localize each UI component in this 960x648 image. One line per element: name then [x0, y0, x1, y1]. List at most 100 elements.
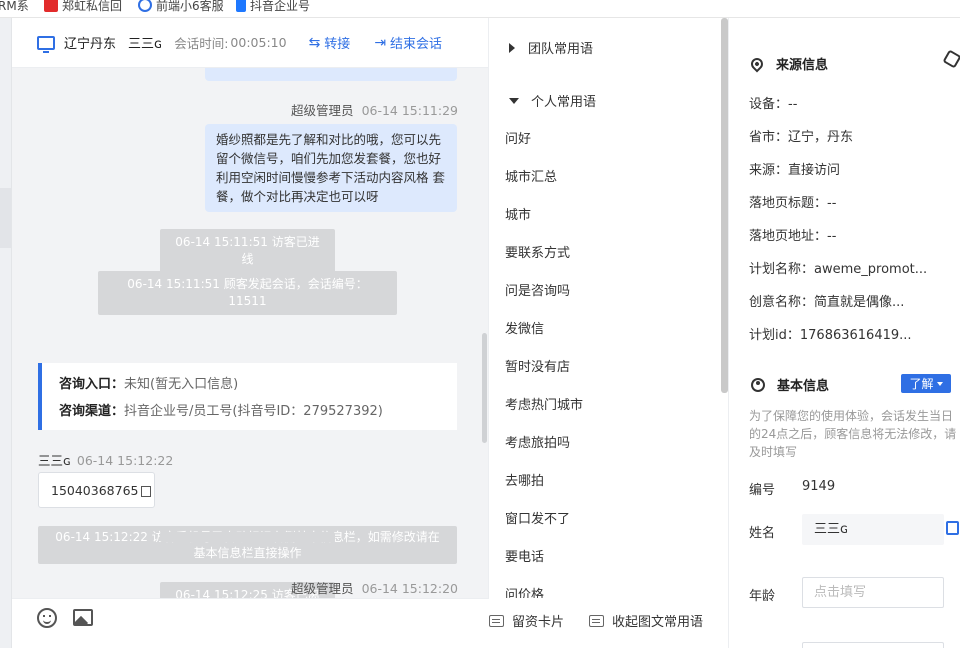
team-phrases-label: 团队常用语 [528, 42, 594, 57]
source-row-source: 来源：直接访问 [749, 159, 840, 178]
row-label: 落地页标题： [749, 196, 828, 211]
visitor-phone-message: 15040368765 [38, 472, 155, 508]
chat-toolbar [12, 598, 489, 648]
caret-right-icon [509, 42, 515, 53]
message-time: 06-14 15:12:20 [361, 581, 458, 596]
visitor-name: 三三ɢ [128, 37, 163, 52]
monitor-icon [37, 35, 55, 53]
bookmark-zhenghong[interactable]: 郑虹私信回 [44, 0, 122, 14]
consult-entry-value: 未知(暂无入口信息) [124, 377, 239, 392]
row-label: 来源： [749, 163, 789, 178]
message-time: 06-14 15:11:29 [361, 103, 458, 118]
consult-channel-value: 抖音企业号/员工号(抖音号ID：279527392) [124, 404, 383, 419]
system-message-hidden [160, 532, 335, 542]
edit-notice: 为了保障您的使用体验，会话发生当日的24点之后，顾客信息将无法修改，请及时填写 [749, 409, 957, 459]
leave-card-button[interactable]: 留资卡片 [489, 611, 564, 630]
name-field[interactable]: 三三ɢ [802, 514, 944, 545]
bookmark-label: RM系 [0, 0, 29, 13]
phrase-item[interactable]: 窗口发不了 [505, 508, 570, 527]
chat-panel: 辽宁丹东 三三ɢ 会话时间: 00:05:10 ⇆ 转接 ⇥ 结束会话 超级管理… [11, 18, 489, 648]
previous-message-bubble [205, 68, 457, 81]
phrase-item[interactable]: 问价格 [505, 584, 544, 598]
phrase-item[interactable]: 问是咨询吗 [505, 280, 570, 299]
phrase-item[interactable]: 城市 [505, 204, 531, 223]
agent-message-bubble: 婚纱照都是先了解和对比的哦，您可以先留个微信号，咱们先加您发套餐，您也好利用空闲… [205, 124, 457, 212]
phrases-panel: 团队常用语 个人常用语 问好 城市汇总 城市 要联系方式 问是咨询吗 发微信 暂… [488, 18, 728, 598]
phrase-item[interactable]: 去哪拍 [505, 470, 544, 489]
phrase-item[interactable]: 发微信 [505, 318, 544, 337]
chat-messages: 超级管理员 06-14 15:11:29 婚纱照都是先了解和对比的哦，您可以先留个… [12, 68, 489, 598]
consult-channel-label: 咨询渠道： [59, 404, 125, 419]
bookmark-kefu[interactable]: 前端小6客服 [138, 0, 224, 14]
learn-more-label: 了解 [909, 377, 934, 391]
caret-down-icon [936, 381, 943, 386]
age-label: 年龄 [749, 589, 776, 604]
transfer-button[interactable]: ⇆ 转接 [309, 33, 351, 53]
source-row-device: 设备：-- [749, 93, 797, 112]
agent-name: 超级管理员 [291, 581, 354, 596]
collapse-label: 收起图文常用语 [612, 615, 704, 630]
id-label: 编号 [749, 483, 776, 498]
phrase-item[interactable]: 要电话 [505, 546, 544, 565]
bookmark-rm[interactable]: RM系 [0, 0, 29, 14]
chat-scrollbar[interactable] [482, 333, 487, 443]
basic-info-header: 基本信息 [751, 375, 829, 394]
left-sidebar-strip [0, 18, 11, 648]
source-row-province: 省市：辽宁，丹东 [749, 126, 853, 145]
row-value: 直接访问 [788, 163, 841, 178]
system-message: 06-14 15:11:51 顾客发起会话，会话编号：11511 [98, 271, 397, 315]
source-row-landing-url: 落地页地址：-- [749, 225, 836, 244]
bookmark-circle-icon [138, 0, 152, 12]
image-icon[interactable] [73, 609, 93, 626]
left-sidebar-tab[interactable] [0, 188, 11, 248]
row-value: 辽宁，丹东 [788, 130, 854, 145]
message-time: 06-14 15:12:22 [76, 453, 174, 468]
row-value: 176863616419... [799, 328, 912, 343]
visitor-msg-name: 三三ɢ [38, 453, 71, 468]
phrase-item[interactable]: 城市汇总 [505, 166, 557, 185]
age-input[interactable] [802, 577, 944, 608]
personal-phrases-label: 个人常用语 [531, 95, 597, 110]
id-value: 9149 [802, 479, 836, 494]
collapse-phrases-button[interactable]: 收起图文常用语 [589, 611, 703, 630]
bookmark-douyin[interactable]: 抖音企业号 [236, 0, 310, 14]
consult-info-card: 咨询入口：未知(暂无入口信息) 咨询渠道：抖音企业号/员工号(抖音号ID：279… [38, 363, 457, 430]
agent-meta: 超级管理员 06-14 15:11:29 [291, 100, 458, 119]
phrase-item[interactable]: 暂时没有店 [505, 356, 570, 375]
row-value: 简直就是偶像... [814, 295, 905, 310]
bookmark-douyin-icon [236, 0, 246, 12]
row-value: -- [788, 97, 798, 112]
team-phrases-group[interactable]: 团队常用语 [509, 38, 593, 57]
end-session-button[interactable]: ⇥ 结束会话 [374, 33, 442, 53]
row-label: 落地页地址： [749, 229, 828, 244]
next-field[interactable] [802, 642, 944, 648]
bookmark-red-icon [44, 0, 58, 12]
phrase-item[interactable]: 考虑热门城市 [505, 394, 583, 413]
source-info-title: 来源信息 [776, 58, 829, 73]
phrase-item[interactable]: 要联系方式 [505, 242, 570, 261]
bookmarks-bar: RM系 郑虹私信回 前端小6客服 抖音企业号 [0, 0, 960, 18]
row-value: -- [827, 196, 837, 211]
bookmark-label: 郑虹私信回 [62, 0, 123, 13]
phrase-item[interactable]: 问好 [505, 128, 531, 147]
consult-entry-label: 咨询入口： [59, 377, 125, 392]
phrases-scrollbar[interactable] [721, 18, 728, 393]
copy-icon[interactable] [141, 485, 152, 497]
row-value: aweme_promot... [814, 262, 928, 277]
source-row-plan-name: 计划名称：aweme_promot... [749, 258, 927, 277]
learn-more-button[interactable]: 了解 [901, 374, 951, 393]
row-label: 计划名称： [749, 262, 815, 277]
consult-entry-row: 咨询入口：未知(暂无入口信息) [59, 371, 457, 398]
personal-phrases-group[interactable]: 个人常用语 [509, 91, 596, 110]
visitor-meta: 三三ɢ 06-14 15:12:22 [38, 450, 173, 469]
customer-info-panel: 来源信息 设备：-- 省市：辽宁，丹东 来源：直接访问 落地页标题：-- 落地页… [728, 18, 960, 648]
edit-icon[interactable] [946, 521, 959, 535]
emoji-icon[interactable] [37, 608, 57, 628]
row-label: 设备： [749, 97, 789, 112]
phrase-item[interactable]: 考虑旅拍吗 [505, 432, 570, 451]
settings-hex-icon[interactable] [942, 49, 960, 69]
source-row-plan-id: 计划id：176863616419... [749, 324, 912, 343]
visitor-region: 辽宁丹东 [64, 37, 117, 52]
session-time-label: 会话时间: [174, 36, 229, 51]
caret-down-icon [509, 97, 519, 104]
